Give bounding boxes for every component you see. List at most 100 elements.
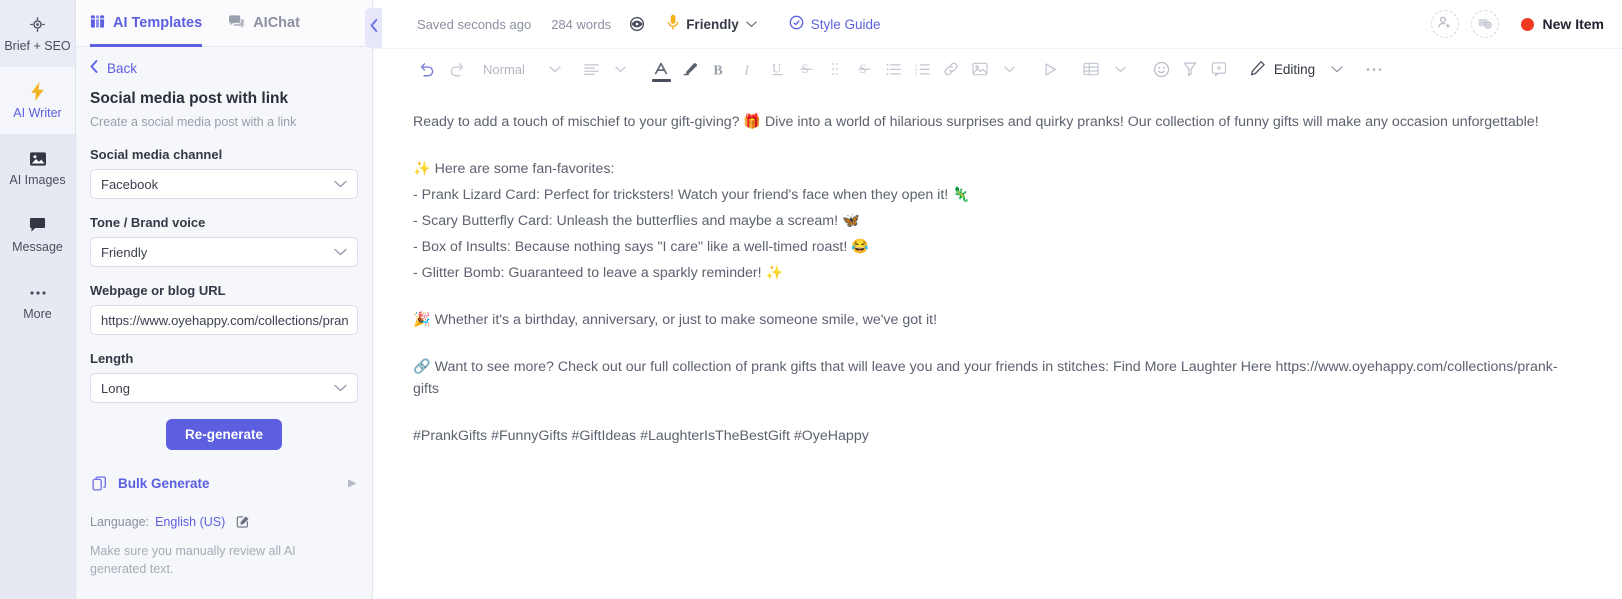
field-tone-brand-voice: Tone / Brand voice Friendly xyxy=(90,215,358,267)
sidebar-item-label: More xyxy=(23,306,52,321)
bold-icon[interactable]: B xyxy=(705,55,734,84)
sidebar-item-ai-images[interactable]: AI Images xyxy=(0,134,75,201)
word-count: 284 words xyxy=(551,16,612,32)
field-label: Length xyxy=(90,351,134,366)
sidebar-item-brief-seo[interactable]: Brief + SEO xyxy=(0,0,75,67)
svg-text:I: I xyxy=(744,63,751,77)
svg-text:S: S xyxy=(859,61,866,76)
comment-icon[interactable] xyxy=(1205,55,1234,84)
align-left-icon[interactable] xyxy=(577,55,606,84)
chat-bubbles-icon xyxy=(228,14,245,33)
table-chevron-down-icon[interactable] xyxy=(1106,55,1135,84)
image-icon[interactable] xyxy=(966,55,995,84)
document-paragraph: ✨ Here are some fan-favorites: xyxy=(413,161,615,177)
record-dot-icon xyxy=(1520,17,1534,31)
chevron-left-icon xyxy=(90,60,98,76)
webpage-url-input[interactable]: https://www.oyehappy.com/collections/pra… xyxy=(90,305,358,335)
ai-disclaimer: Make sure you manually review all AI gen… xyxy=(90,544,296,577)
chat-icon xyxy=(29,216,46,236)
chevron-right-icon: ▶ xyxy=(348,478,356,489)
social-media-channel-select[interactable]: Facebook xyxy=(90,169,358,199)
underline-icon[interactable]: U xyxy=(763,55,792,84)
select-value: Long xyxy=(101,380,130,396)
tab-ai-templates[interactable]: AI Templates xyxy=(90,0,203,47)
sidebar-item-label: AI Writer xyxy=(13,105,62,120)
length-select[interactable]: Long xyxy=(90,373,358,403)
back-button[interactable]: Back xyxy=(90,60,358,76)
chevron-down-icon xyxy=(334,180,347,188)
back-label: Back xyxy=(107,60,138,76)
language-prefix: Language: xyxy=(90,515,150,529)
editor-main: Saved seconds ago 284 words Friendly Sty… xyxy=(373,0,1622,599)
highlighter-icon[interactable] xyxy=(676,55,705,84)
drag-dots-icon[interactable] xyxy=(821,55,850,84)
play-icon[interactable] xyxy=(1036,55,1065,84)
tone-brand-voice-select[interactable]: Friendly xyxy=(90,237,358,267)
new-item-button[interactable]: New Item xyxy=(1520,16,1604,32)
document-paragraph: - Prank Lizard Card: Perfect for trickst… xyxy=(413,187,970,203)
document-paragraph: - Box of Insults: Because nothing says "… xyxy=(413,239,869,255)
chevron-left-icon xyxy=(370,19,378,37)
table-icon[interactable] xyxy=(1077,55,1106,84)
copy-icon xyxy=(92,476,107,491)
numbered-list-icon[interactable]: 123 xyxy=(908,55,937,84)
style-guide-button[interactable]: Style Guide xyxy=(789,15,881,33)
page-subtitle: Create a social media post with a link xyxy=(90,115,297,129)
toolbar-overflow-ellipsis-icon[interactable] xyxy=(1359,55,1388,84)
add-media-button[interactable] xyxy=(1470,10,1499,38)
field-label: Webpage or blog URL xyxy=(90,283,226,298)
align-chevron-down-icon[interactable] xyxy=(606,55,635,84)
paragraph-style-label[interactable]: Normal xyxy=(471,62,533,77)
strikethrough-icon-2[interactable]: S xyxy=(850,55,879,84)
sidebar-item-more[interactable]: More xyxy=(0,268,75,335)
undo-icon[interactable] xyxy=(413,55,442,84)
tab-ai-chat[interactable]: AIChat xyxy=(228,0,300,47)
document-paragraph: 🔗 Want to see more? Check out our full c… xyxy=(413,359,1558,397)
bullet-list-icon[interactable] xyxy=(879,55,908,84)
regenerate-button[interactable]: Re-generate xyxy=(165,419,283,450)
editor-topbar: Saved seconds ago 284 words Friendly Sty… xyxy=(373,0,1622,49)
svg-text:U: U xyxy=(772,61,782,76)
panel-body: Back Social media post with link Create … xyxy=(76,47,372,599)
field-social-media-channel: Social media channel Facebook xyxy=(90,147,358,199)
italic-icon[interactable]: I xyxy=(734,55,763,84)
template-panel: AI Templates AIChat Back Social media po… xyxy=(76,0,373,599)
field-label: Social media channel xyxy=(90,147,223,162)
paragraph-style-chevron-down-icon[interactable] xyxy=(533,55,577,84)
strikethrough-icon[interactable]: S xyxy=(792,55,821,84)
style-guide-label: Style Guide xyxy=(810,16,881,32)
add-user-button[interactable] xyxy=(1430,10,1459,38)
check-circle-icon xyxy=(789,15,804,33)
emoji-icon[interactable] xyxy=(1147,55,1176,84)
sidebar-item-label: AI Images xyxy=(9,172,66,187)
page-title: Social media post with link xyxy=(90,90,289,107)
eye-icon[interactable] xyxy=(629,16,645,32)
panel-tab-bar: AI Templates AIChat xyxy=(76,0,372,47)
bolt-icon xyxy=(30,82,45,102)
tone-selector[interactable]: Friendly xyxy=(667,14,757,34)
microphone-icon xyxy=(667,14,679,34)
link-icon[interactable] xyxy=(937,55,966,84)
edit-icon[interactable] xyxy=(236,515,250,529)
document-paragraph: #PrankGifts #FunnyGifts #GiftIdeas #Laug… xyxy=(413,428,869,444)
bulk-generate-button[interactable]: Bulk Generate ▶ xyxy=(90,472,358,495)
editing-chevron-down-icon[interactable] xyxy=(1315,55,1359,84)
left-icon-rail: Brief + SEO AI Writer AI Images Message xyxy=(0,0,76,599)
field-length: Length Long xyxy=(90,351,358,403)
collapse-panel-button[interactable] xyxy=(365,8,382,48)
document-paragraph: - Glitter Bomb: Guaranteed to leave a sp… xyxy=(413,265,784,281)
new-item-label: New Item xyxy=(1542,16,1604,32)
svg-text:B: B xyxy=(714,63,723,77)
sidebar-item-ai-writer[interactable]: AI Writer xyxy=(0,67,75,134)
redo-icon[interactable] xyxy=(442,55,471,84)
sidebar-item-message[interactable]: Message xyxy=(0,201,75,268)
clear-format-icon[interactable] xyxy=(1176,55,1205,84)
document-body[interactable]: Ready to add a touch of mischief to your… xyxy=(373,89,1622,599)
sidebar-item-label: Brief + SEO xyxy=(4,38,71,53)
font-color-icon[interactable] xyxy=(647,55,676,84)
language-value[interactable]: English (US) xyxy=(155,515,225,529)
editing-mode-button[interactable]: Editing xyxy=(1250,60,1315,79)
select-value: Facebook xyxy=(101,176,159,192)
editor-toolbar: Normal B I U S S 1 2 3 Editing xyxy=(373,49,1622,89)
image-chevron-down-icon[interactable] xyxy=(995,55,1024,84)
